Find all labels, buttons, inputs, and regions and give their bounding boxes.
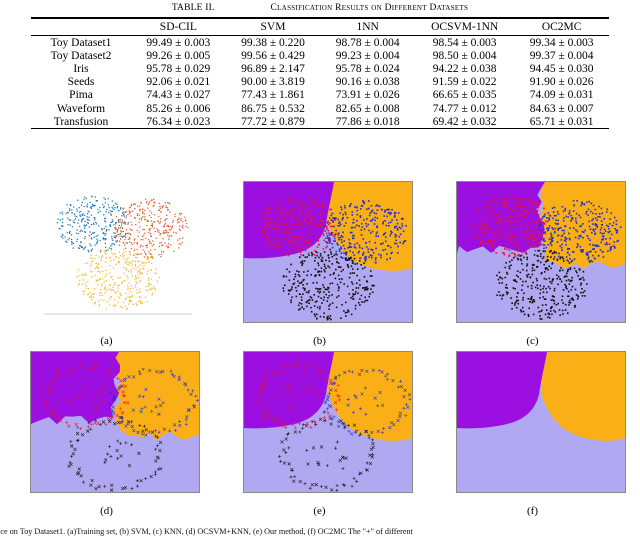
panel-ocsvm-knn: 21.510.50-0.5-1-1.5-2-2-1.5-1-0.500.511.… — [0, 346, 213, 517]
cell-value: 74.09 ± 0.031 — [529, 89, 594, 102]
col-header-ocsvm1nn: OCSVM-1NN — [415, 18, 515, 36]
table-caption: TABLE II. Classification Results on Diff… — [0, 0, 640, 13]
cell-value: 91.59 ± 0.022 — [432, 76, 497, 89]
col-header-dataset — [31, 18, 131, 36]
panel-svm: 21.510.50-0.5-1-1.5-2-2-1.5-1-0.500.511.… — [213, 176, 426, 347]
table-row: Toy Dataset2 99.26 ± 0.005 99.56 ± 0.429 99… — [31, 49, 609, 62]
col-header-oc2mc: OC2MC — [514, 18, 609, 36]
cell-value: 95.78 ± 0.029 — [146, 62, 211, 75]
cell-value: 76.34 ± 0.023 — [146, 115, 211, 128]
table-row: Transfusion 76.34 ± 0.023 77.72 ± 0.879 77.… — [31, 115, 609, 129]
cell-dataset-name: Iris — [73, 62, 89, 75]
decision-regions-svm — [244, 182, 412, 322]
panel-label-d: (d) — [100, 505, 113, 517]
plot-area-d: 21.510.50-0.5-1-1.5-2-2-1.5-1-0.500.511.… — [30, 351, 200, 493]
cell-value: 99.26 ± 0.005 — [146, 49, 211, 62]
decision-regions-ocsvm-knn — [31, 352, 199, 492]
cell-value: 94.22 ± 0.038 — [432, 62, 497, 75]
cell-value: 98.78 ± 0.004 — [335, 36, 400, 49]
cell-value: 99.49 ± 0.003 — [146, 36, 211, 49]
table-row: Toy Dataset1 99.49 ± 0.003 99.38 ± 0.220 98… — [31, 36, 609, 50]
cell-value: 91.90 ± 0.026 — [529, 76, 594, 89]
classification-results-table: SD-CIL SVM 1NN OCSVM-1NN OC2MC Toy Datas… — [31, 17, 609, 129]
cell-value: 94.45 ± 0.030 — [529, 62, 594, 75]
table-header-row: SD-CIL SVM 1NN OCSVM-1NN OC2MC — [31, 18, 609, 36]
panel-training-set: 2 1.5 1 0.5 0 -0.5 -1 -1.5 -2 -2 -1.5 -1… — [0, 176, 213, 347]
table-row: Waveform 85.26 ± 0.006 86.75 ± 0.532 82.65 … — [31, 102, 609, 115]
panel-oc2mc: 21.510.50-0.5-1-1.5-2-2-1.5-1-0.500.511.… — [426, 346, 639, 517]
cell-value: 95.78 ± 0.024 — [335, 62, 400, 75]
cell-value: 98.54 ± 0.003 — [432, 36, 497, 49]
cell-value: 99.56 ± 0.429 — [241, 49, 305, 62]
decision-regions-knn — [457, 182, 625, 322]
plot-area-a: 2 1.5 1 0.5 0 -0.5 -1 -1.5 -2 -2 -1.5 -1… — [36, 181, 194, 321]
cell-value: 77.43 ± 1.861 — [241, 89, 305, 102]
figure-caption-text: rformance on Toy Dataset1. (a)Training s… — [0, 527, 413, 536]
cell-value: 66.65 ± 0.035 — [432, 89, 497, 102]
scatter-training-set — [43, 183, 192, 315]
cell-dataset-name: Pima — [69, 89, 93, 102]
cell-dataset-name: Toy Dataset2 — [50, 49, 112, 62]
table-title: Classification Results on Different Data… — [270, 3, 469, 13]
plot-area-f: 21.510.50-0.5-1-1.5-2-2-1.5-1-0.500.511.… — [456, 351, 626, 493]
cell-dataset-name: Toy Dataset1 — [50, 36, 112, 49]
figure-row-bottom: 21.510.50-0.5-1-1.5-2-2-1.5-1-0.500.511.… — [0, 346, 640, 517]
col-header-svm: SVM — [225, 18, 321, 36]
cell-value: 96.89 ± 2.147 — [241, 62, 305, 75]
cell-value: 74.77 ± 0.012 — [432, 102, 497, 115]
cell-value: 74.43 ± 0.027 — [146, 89, 211, 102]
cell-value: 73.91 ± 0.026 — [335, 89, 400, 102]
cell-value: 90.16 ± 0.038 — [335, 76, 400, 89]
cell-value: 82.65 ± 0.008 — [335, 102, 400, 115]
cell-value: 77.72 ± 0.879 — [241, 115, 305, 128]
panel-label-f: (f) — [527, 505, 538, 517]
cell-value: 84.63 ± 0.007 — [529, 102, 594, 115]
decision-regions-our-method — [244, 352, 412, 492]
panel-knn: 21.510.50-0.5-1-1.5-2-2-1.5-1-0.500.511.… — [426, 176, 639, 347]
cell-value: 99.37 ± 0.004 — [529, 49, 594, 62]
plot-area-c: 21.510.50-0.5-1-1.5-2-2-1.5-1-0.500.511.… — [456, 181, 626, 323]
results-table-section: TABLE II. Classification Results on Diff… — [0, 0, 640, 129]
cell-value: 92.06 ± 0.021 — [146, 76, 211, 89]
plot-area-e: 21.510.50-0.5-1-1.5-2-2-1.5-1-0.500.511.… — [243, 351, 413, 493]
cell-value: 99.34 ± 0.003 — [529, 36, 594, 49]
table-body: Toy Dataset1 99.49 ± 0.003 99.38 ± 0.220 98… — [31, 36, 609, 129]
cell-dataset-name: Transfusion — [53, 115, 109, 128]
col-header-1nn: 1NN — [320, 18, 416, 36]
plot-area-b: 21.510.50-0.5-1-1.5-2-2-1.5-1-0.500.511.… — [243, 181, 413, 323]
figure-panels: 2 1.5 1 0.5 0 -0.5 -1 -1.5 -2 -2 -1.5 -1… — [0, 176, 640, 521]
cell-dataset-name: Waveform — [56, 102, 106, 115]
cell-value: 85.26 ± 0.006 — [146, 102, 211, 115]
table-row: Iris 95.78 ± 0.029 96.89 ± 2.147 95.78 ± 0.… — [31, 62, 609, 75]
table-number: TABLE II. — [171, 3, 215, 13]
table-head: SD-CIL SVM 1NN OCSVM-1NN OC2MC — [31, 18, 609, 36]
cell-value: 86.75 ± 0.532 — [241, 102, 305, 115]
decision-regions-oc2mc — [457, 352, 625, 492]
cell-value: 99.23 ± 0.004 — [335, 49, 400, 62]
panel-our-method: 21.510.50-0.5-1-1.5-2-2-1.5-1-0.500.511.… — [213, 346, 426, 517]
cell-value: 77.86 ± 0.018 — [335, 115, 400, 128]
col-header-sdcil: SD-CIL — [131, 18, 226, 36]
cell-value: 69.42 ± 0.032 — [432, 115, 497, 128]
figure-caption: rformance on Toy Dataset1. (a)Training s… — [0, 527, 640, 536]
table-row: Pima 74.43 ± 0.027 77.43 ± 1.861 73.91 ± 0.… — [31, 89, 609, 102]
cell-value: 90.00 ± 3.819 — [241, 76, 305, 89]
table-row: Seeds 92.06 ± 0.021 90.00 ± 3.819 90.16 ± 0… — [31, 76, 609, 89]
panel-label-e: (e) — [313, 505, 326, 517]
cell-dataset-name: Seeds — [67, 76, 95, 89]
figure-row-top: 2 1.5 1 0.5 0 -0.5 -1 -1.5 -2 -2 -1.5 -1… — [0, 176, 640, 347]
cell-value: 65.71 ± 0.031 — [529, 115, 594, 128]
cell-value: 99.38 ± 0.220 — [241, 36, 305, 49]
cell-value: 98.50 ± 0.004 — [432, 49, 497, 62]
